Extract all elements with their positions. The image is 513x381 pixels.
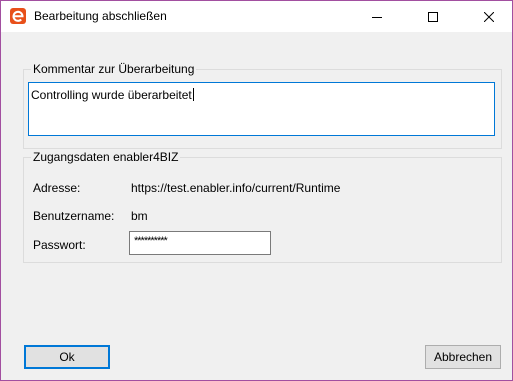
- password-label: Passwort:: [33, 238, 86, 252]
- address-value: https://test.enabler.info/current/Runtim…: [131, 181, 341, 195]
- username-label: Benutzername:: [33, 209, 115, 223]
- comment-textarea[interactable]: Controlling wurde überarbeitet: [28, 82, 495, 136]
- password-field[interactable]: **********: [129, 231, 271, 255]
- access-data-group-legend: Zugangsdaten enabler4BIZ: [33, 150, 179, 164]
- username-value: bm: [131, 209, 148, 223]
- address-label: Adresse:: [33, 181, 81, 195]
- minimize-button[interactable]: [354, 1, 400, 32]
- maximize-button[interactable]: [410, 1, 456, 32]
- dialog-window: Bearbeitung abschließen Kommentar zur Üb…: [0, 0, 513, 381]
- cancel-button[interactable]: Abbrechen: [425, 345, 501, 369]
- comment-group-legend: Kommentar zur Überarbeitung: [33, 62, 195, 76]
- close-icon: [484, 11, 494, 22]
- maximize-icon: [428, 11, 438, 22]
- close-button[interactable]: [466, 1, 512, 32]
- minimize-icon: [372, 16, 382, 18]
- text-caret: [192, 88, 194, 101]
- enabler-logo-icon: [10, 8, 26, 24]
- window-title: Bearbeitung abschließen: [34, 9, 167, 23]
- comment-text: Controlling wurde überarbeitet: [31, 88, 192, 102]
- ok-button[interactable]: Ok: [24, 345, 110, 369]
- title-bar[interactable]: Bearbeitung abschließen: [1, 1, 512, 32]
